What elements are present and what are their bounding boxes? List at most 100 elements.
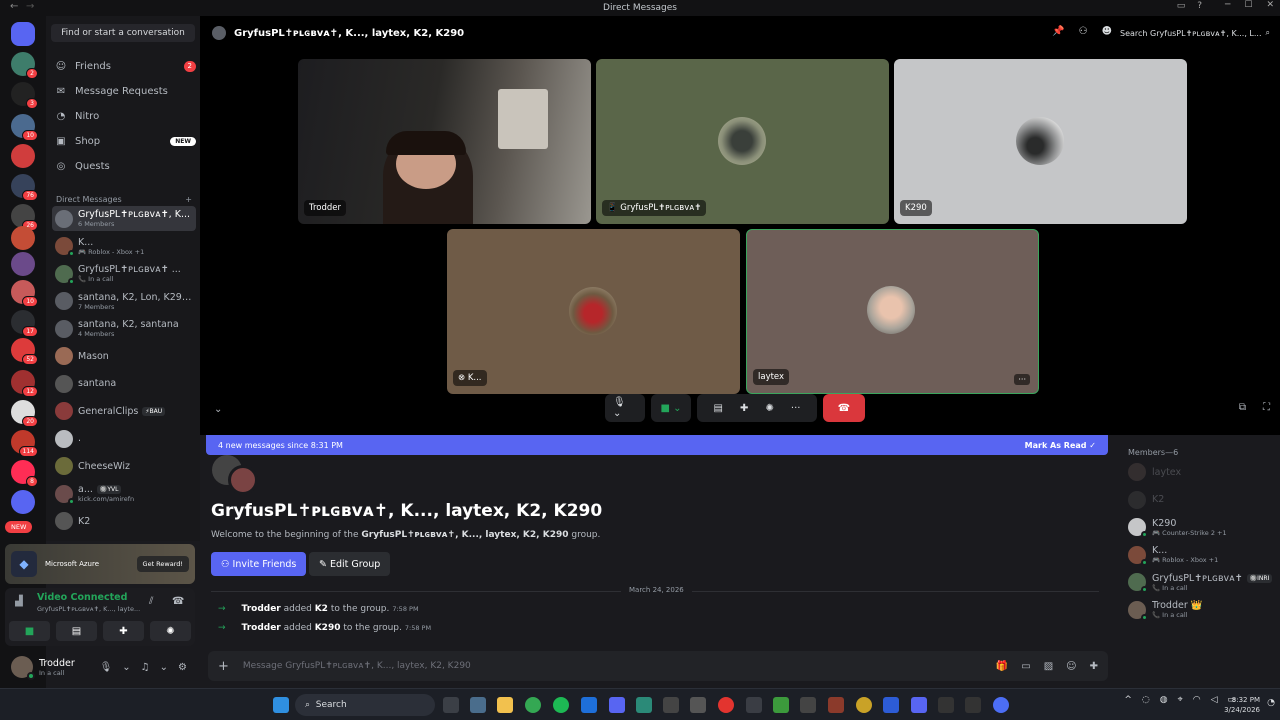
inbox-icon[interactable]: ▭ [1177,1,1186,11]
server-icon[interactable] [11,144,35,168]
message-input[interactable]: Message GryfusPL✝ᴘʟɢʙᴠᴀ✝, K..., laytex, … [243,661,471,671]
tray-app-icon[interactable]: ◍ [1160,695,1168,705]
video-tile-k290[interactable]: K290 [894,59,1187,224]
app-icon[interactable] [636,697,652,713]
camera-toggle-button[interactable]: ■ ⌄ [651,394,691,422]
file-explorer-icon[interactable] [470,697,486,713]
taskbar-search[interactable]: ⌕ Search [295,694,435,716]
youtube-icon[interactable] [718,697,734,713]
more-icon[interactable]: ··· [791,403,801,414]
message-actor[interactable]: Trodder [242,604,281,614]
nav-shop[interactable]: ▣ Shop NEW [54,130,196,152]
signal-icon[interactable]: ▟ [15,596,23,607]
clock[interactable]: 8:32 PM 3/24/2026 [1224,695,1260,715]
add-attachment-icon[interactable]: + [218,659,229,674]
voice-channel[interactable]: GryfusPL✝ᴘʟɢʙᴠᴀ✝, K..., layte... [37,605,140,613]
dm-item[interactable]: santana, K2, Lon, K290,... 7 Members [52,289,196,314]
back-arrow-icon[interactable]: ← [10,1,18,12]
video-tile-k[interactable]: ⊗ K... [447,229,740,394]
wifi-icon[interactable]: ◠ [1193,695,1201,705]
activities-icon[interactable]: ✚ [740,403,748,414]
server-icon[interactable]: 8 [11,460,38,487]
server-icon[interactable]: 114 [11,430,38,457]
member-list-icon[interactable]: ☻ [1102,26,1112,37]
search-input[interactable]: Search GryfusPL✝ᴘʟɢʙᴠᴀ✝, K..., L... ⌕ [1120,25,1274,41]
dm-item[interactable]: . [52,426,196,451]
dm-item[interactable]: Mason [52,344,196,369]
app-icon[interactable] [800,697,816,713]
copilot-icon[interactable] [443,697,459,713]
leave-call-button[interactable]: ☎ [823,394,865,422]
minimize-button[interactable]: ─ [1225,0,1230,10]
new-messages-bar[interactable]: 4 new messages since 8:31 PM Mark As Rea… [206,435,1108,455]
more-options-icon[interactable]: ··· [1014,374,1030,385]
new-server-badge[interactable]: NEW [5,521,33,533]
server-icon[interactable]: 3 [11,82,38,109]
video-tile-trodder[interactable]: Trodder [298,59,591,224]
app-icon[interactable] [883,697,899,713]
soundboard-icon[interactable]: ✺ [765,403,773,414]
location-icon[interactable]: ⌖ [1178,695,1183,705]
channel-title[interactable]: GryfusPL✝ᴘʟɢʙᴠᴀ✝, K..., laytex, K2, K290 [234,28,464,39]
forward-arrow-icon[interactable]: → [26,1,34,12]
message-composer[interactable]: + Message GryfusPL✝ᴘʟɢʙᴠᴀ✝, K..., laytex… [208,651,1108,681]
server-icon[interactable]: 12 [11,370,38,397]
emoji-icon[interactable]: ☺ [1066,661,1076,672]
notification-bell-icon[interactable]: ◔ [1267,698,1275,708]
server-icon[interactable]: 10 [11,280,38,307]
member-item[interactable]: K2 [1128,489,1278,511]
dm-item[interactable]: GeneralClips ⚡BAU [52,399,196,424]
app-icon[interactable] [993,697,1009,713]
app-icon[interactable] [828,697,844,713]
dm-item[interactable]: santana [52,371,196,396]
tray-app-icon[interactable]: ◌ [1142,695,1150,705]
popout-icon[interactable]: ⧉ [1239,402,1246,413]
find-conversation-button[interactable]: Find or start a conversation [51,24,195,42]
video-tile-gryfus[interactable]: 📱 GryfusPL✝ᴘʟɢʙᴠᴀ✝ [596,59,889,224]
soundboard-button[interactable]: ✺ [150,621,191,641]
discord-icon[interactable] [609,697,625,713]
server-icon[interactable] [11,226,35,250]
chrome-icon[interactable] [525,697,541,713]
dm-item[interactable]: K... 🎮 Roblox - Xbox +1 [52,234,196,259]
edit-group-button[interactable]: ✎ Edit Group [309,552,391,576]
nav-message-requests[interactable]: ✉ Message Requests [54,80,196,102]
screen-share-icon[interactable]: ▤ [714,403,723,414]
sticker-icon[interactable]: ▨ [1044,661,1053,672]
server-icon[interactable]: 26 [11,204,38,231]
discord-home-icon[interactable] [11,22,35,46]
settings-gear-icon[interactable]: ⚙ [178,662,187,673]
dm-item[interactable]: K2 [52,509,196,534]
server-icon[interactable]: 2 [11,52,38,79]
app-icon[interactable] [965,697,981,713]
app-icon[interactable] [746,697,762,713]
invite-friends-button[interactable]: ⚇ Invite Friends [211,552,307,576]
add-dm-icon[interactable]: + [185,195,192,204]
pin-icon[interactable]: 📌 [1052,26,1064,37]
gift-icon[interactable]: 🎁 [996,661,1008,672]
message-actor[interactable]: Trodder [242,623,281,633]
chevron-down-icon[interactable]: ⌄ [214,404,222,415]
app-icon[interactable] [911,697,927,713]
windows-start-icon[interactable] [273,697,289,713]
server-icon[interactable] [11,252,35,276]
edge-icon[interactable] [581,697,597,713]
dm-item[interactable]: CheeseWiz [52,454,196,479]
app-icon[interactable] [938,697,954,713]
nav-friends[interactable]: ☺ Friends 2 [54,55,196,77]
activities-button[interactable]: ✚ [103,621,144,641]
maximize-button[interactable]: ☐ [1244,0,1252,10]
member-item[interactable]: Trodder 👑 📞 In a call [1128,599,1278,621]
server-icon[interactable] [11,490,35,514]
server-icon[interactable]: 52 [11,338,38,365]
message-target[interactable]: K290 [315,623,341,633]
app-icon[interactable] [856,697,872,713]
dm-item[interactable]: GryfusPL✝ᴘʟɢʙᴠᴀ✝, K... 6 Members [52,206,196,231]
mark-as-read-button[interactable]: Mark As Read ✓ [1025,441,1096,450]
server-icon[interactable]: 17 [11,310,38,337]
dm-item[interactable]: a... 🔘YVL kick.com/amirefn [52,481,196,506]
chevron-up-icon[interactable]: ^ [1124,695,1132,705]
noise-suppression-icon[interactable]: ⫽ [149,596,153,607]
close-button[interactable]: ✕ [1266,0,1274,10]
mic-icon[interactable]: 🎙 [100,662,113,673]
